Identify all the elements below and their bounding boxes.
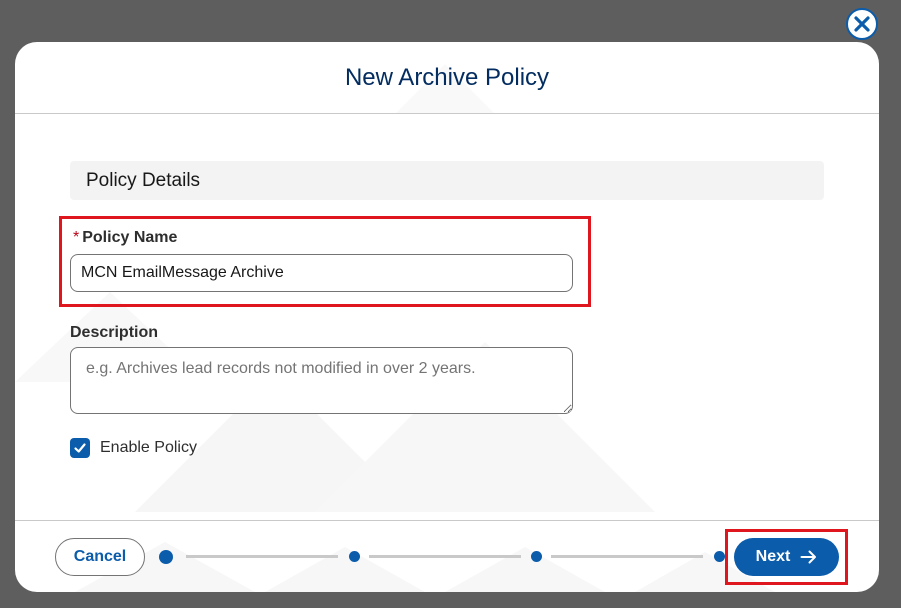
cancel-button[interactable]: Cancel — [55, 538, 145, 576]
modal-header: New Archive Policy — [15, 42, 879, 114]
progress-track-2 — [369, 555, 521, 558]
required-marker: * — [73, 229, 80, 246]
progress-step-2 — [349, 551, 360, 562]
description-textarea[interactable] — [70, 347, 573, 414]
description-label: Description — [70, 324, 159, 341]
progress-track-1 — [186, 555, 338, 558]
close-icon — [854, 16, 870, 32]
policy-name-input[interactable] — [70, 254, 573, 292]
progress-step-1 — [159, 550, 173, 564]
policy-name-label-text: Policy Name — [82, 229, 178, 246]
progress-step-4 — [714, 551, 725, 562]
section-title: Policy Details — [86, 169, 201, 191]
progress-step-3 — [531, 551, 542, 562]
arrow-right-icon — [800, 550, 817, 564]
close-modal-button[interactable] — [846, 8, 878, 40]
modal-title: New Archive Policy — [344, 63, 550, 91]
next-button-label: Next — [755, 548, 791, 565]
archive-policy-modal: New Archive Policy Policy Details * Polic… — [15, 42, 879, 592]
checkmark-icon — [74, 443, 86, 453]
policy-name-label: * Policy Name — [73, 229, 177, 247]
background-pattern — [15, 64, 775, 592]
section-header: Policy Details — [70, 161, 824, 200]
enable-policy-label: Enable Policy — [100, 439, 197, 456]
next-button[interactable]: Next — [734, 538, 839, 576]
modal-footer: Cancel Next — [15, 520, 879, 592]
enable-policy-checkbox[interactable] — [70, 438, 90, 458]
progress-track-3 — [551, 555, 703, 558]
